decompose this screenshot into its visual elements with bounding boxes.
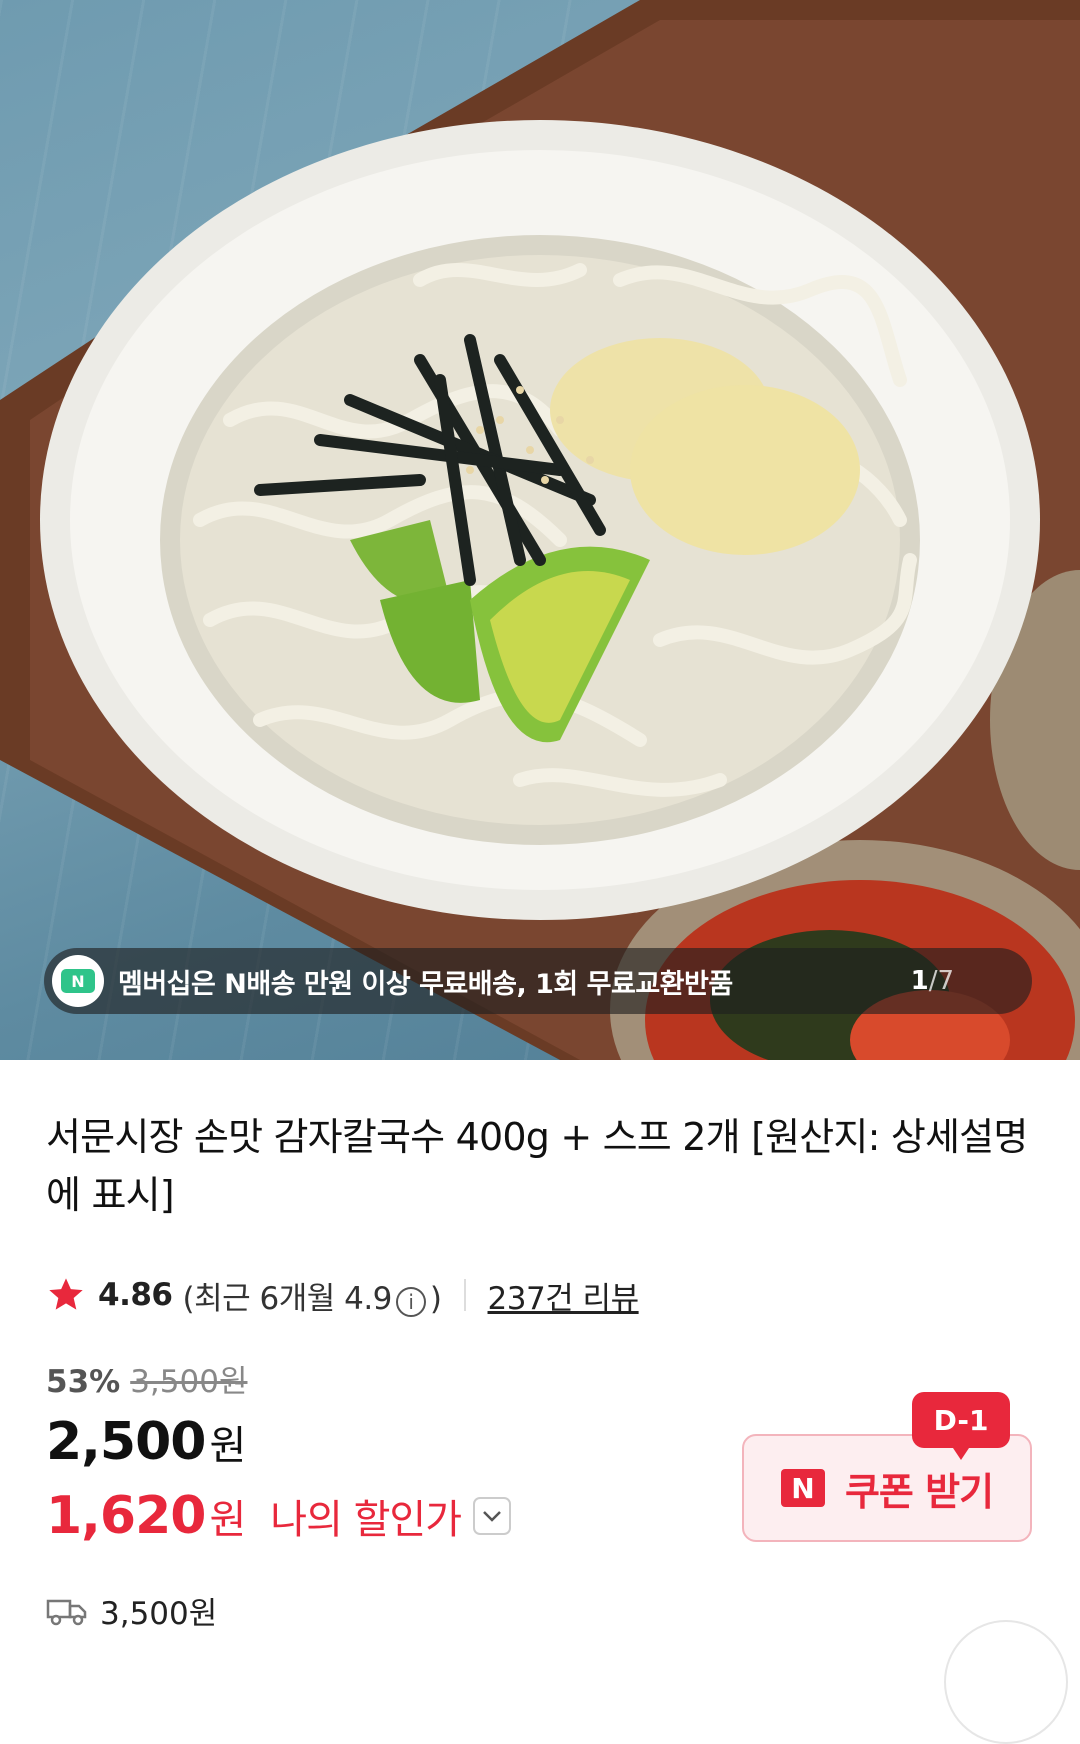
recent-rating: (최근 6개월 4.9 i) [182, 1280, 442, 1317]
dday-badge: D-1 [912, 1392, 1010, 1460]
my-price-unit: 원 [209, 1497, 247, 1543]
my-discount-price[interactable]: 1,620 원 나의 할인가 [46, 1486, 512, 1546]
coupon-button-label: 쿠폰 받기 [844, 1469, 994, 1514]
noodle-soup-photo [0, 0, 1080, 1060]
truck-icon [46, 1599, 87, 1625]
product-title: 서문시장 손맛 감자칼국수 400g + 스프 2개 [원산지: 상세설명에 표… [46, 1115, 1028, 1217]
chevron-down-icon[interactable] [473, 1497, 512, 1535]
coupon-button[interactable]: N 쿠폰 받기 [742, 1434, 1032, 1542]
floating-button[interactable] [944, 1620, 1068, 1744]
sale-price-unit: 원 [209, 1423, 247, 1469]
product-image[interactable]: N 멤버십은 N배송 만원 이상 무료배송, 1회 무료교환반품 1/7 [0, 0, 1080, 1060]
naver-n-icon: N [780, 1469, 825, 1507]
divider [463, 1279, 466, 1311]
my-price-amount: 1,620 [46, 1486, 206, 1546]
review-count-link[interactable]: 237건 리뷰 [488, 1273, 640, 1318]
rating-score: 4.86 [98, 1277, 173, 1313]
sale-price-amount: 2,500 [46, 1412, 206, 1472]
info-icon[interactable]: i [395, 1286, 426, 1317]
discount-row: 53% 3,500원 [46, 1356, 247, 1401]
membership-n-icon: N [52, 955, 104, 1007]
rating-row: 4.86 (최근 6개월 4.9 i) 237건 리뷰 [46, 1272, 639, 1318]
sale-price: 2,500 원 [46, 1412, 246, 1472]
original-price: 3,500원 [130, 1364, 248, 1400]
membership-banner[interactable]: N 멤버십은 N배송 만원 이상 무료배송, 1회 무료교환반품 1/7 [44, 948, 1032, 1014]
discount-rate: 53% [46, 1364, 121, 1400]
shipping-fee: 3,500원 [46, 1588, 217, 1633]
star-icon [49, 1278, 83, 1310]
image-page-indicator: 1/7 [910, 966, 954, 996]
membership-banner-text: 멤버십은 N배송 만원 이상 무료배송, 1회 무료교환반품 [118, 968, 733, 1000]
shipping-fee-amount: 3,500원 [100, 1596, 218, 1632]
my-price-label: 나의 할인가 [270, 1497, 462, 1543]
